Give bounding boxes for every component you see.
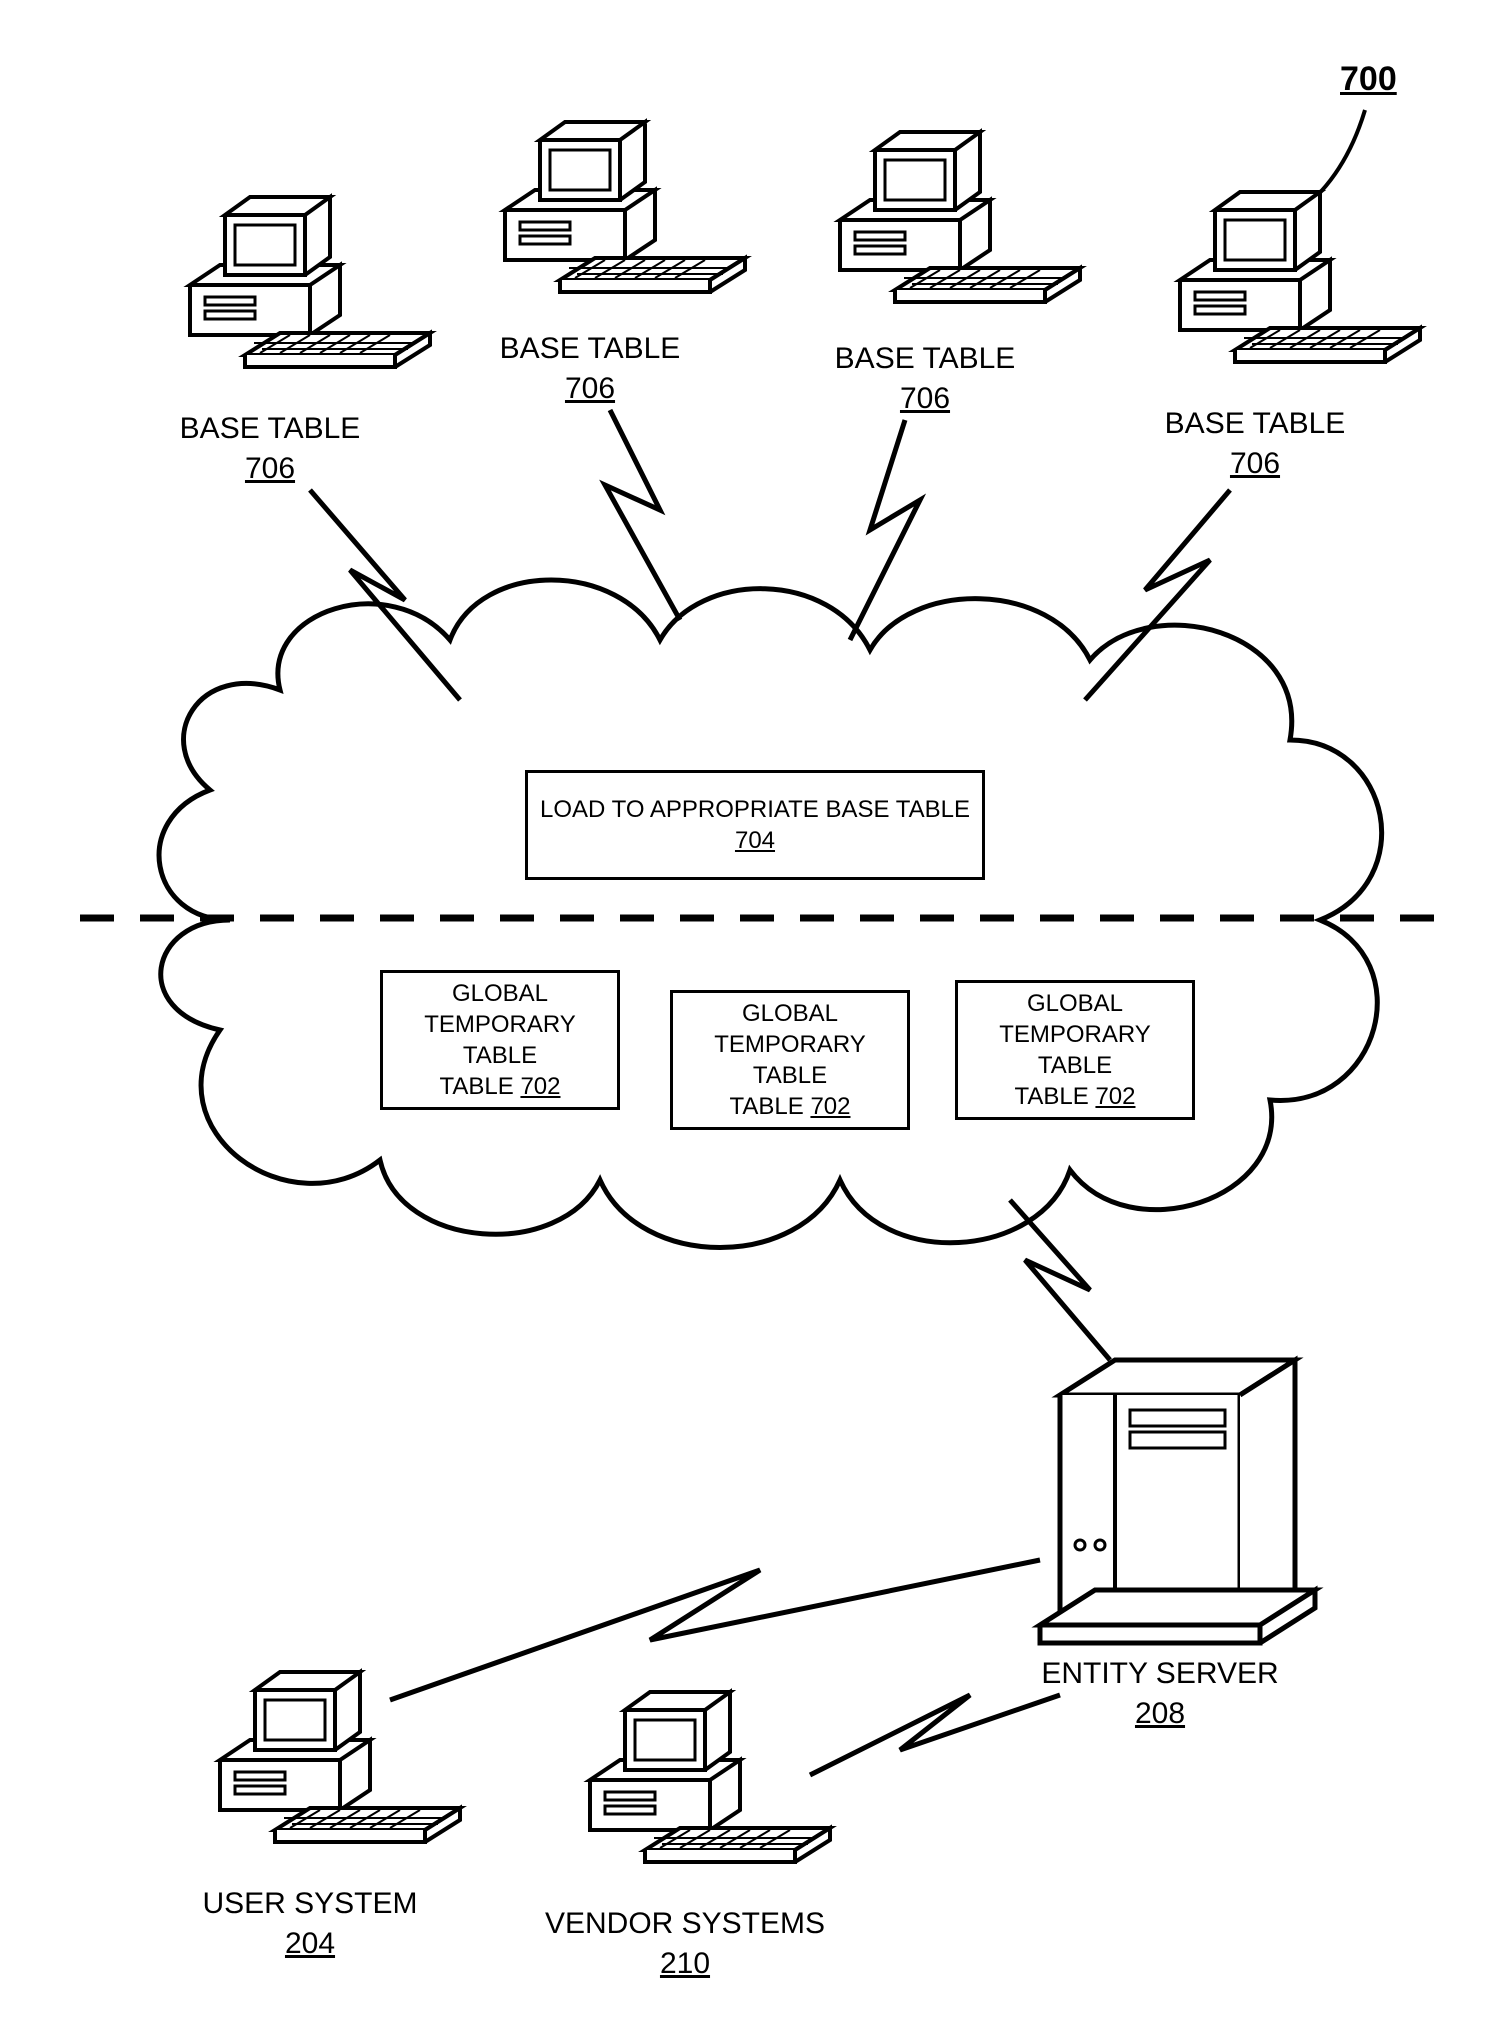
entity-server-label: ENTITY SERVER208 <box>1010 1655 1310 1732</box>
gtt-text: GLOBAL TEMPORARY TABLE <box>679 998 901 1092</box>
base-table-4-label: BASE TABLE706 <box>1130 405 1380 482</box>
gtt-box-3: GLOBAL TEMPORARY TABLE TABLE 702 <box>955 980 1195 1120</box>
gtt-box-1: GLOBAL TEMPORARY TABLE TABLE 702 <box>380 970 620 1110</box>
gtt-ref-prefix: TABLE 702 <box>730 1091 851 1122</box>
gtt-ref-prefix: TABLE 702 <box>1015 1081 1136 1112</box>
user-system-label: USER SYSTEM204 <box>175 1885 445 1962</box>
gtt-box-2: GLOBAL TEMPORARY TABLE TABLE 702 <box>670 990 910 1130</box>
gtt-ref-prefix: TABLE 702 <box>440 1071 561 1102</box>
load-box-ref: 704 <box>735 825 775 856</box>
vendor-systems-label: VENDOR SYSTEMS210 <box>525 1905 845 1982</box>
diagram-canvas: 700 LOAD TO APPROPRIATE BASE TABLE 704 G… <box>0 0 1504 2040</box>
base-table-2-label: BASE TABLE706 <box>465 330 715 407</box>
load-box-text: LOAD TO APPROPRIATE BASE TABLE <box>540 794 970 825</box>
figure-number: 700 <box>1340 60 1397 99</box>
gtt-text: GLOBAL TEMPORARY TABLE <box>389 978 611 1072</box>
load-to-base-table-box: LOAD TO APPROPRIATE BASE TABLE 704 <box>525 770 985 880</box>
base-table-3-label: BASE TABLE706 <box>800 340 1050 417</box>
base-table-1-label: BASE TABLE706 <box>145 410 395 487</box>
gtt-text: GLOBAL TEMPORARY TABLE <box>964 988 1186 1082</box>
